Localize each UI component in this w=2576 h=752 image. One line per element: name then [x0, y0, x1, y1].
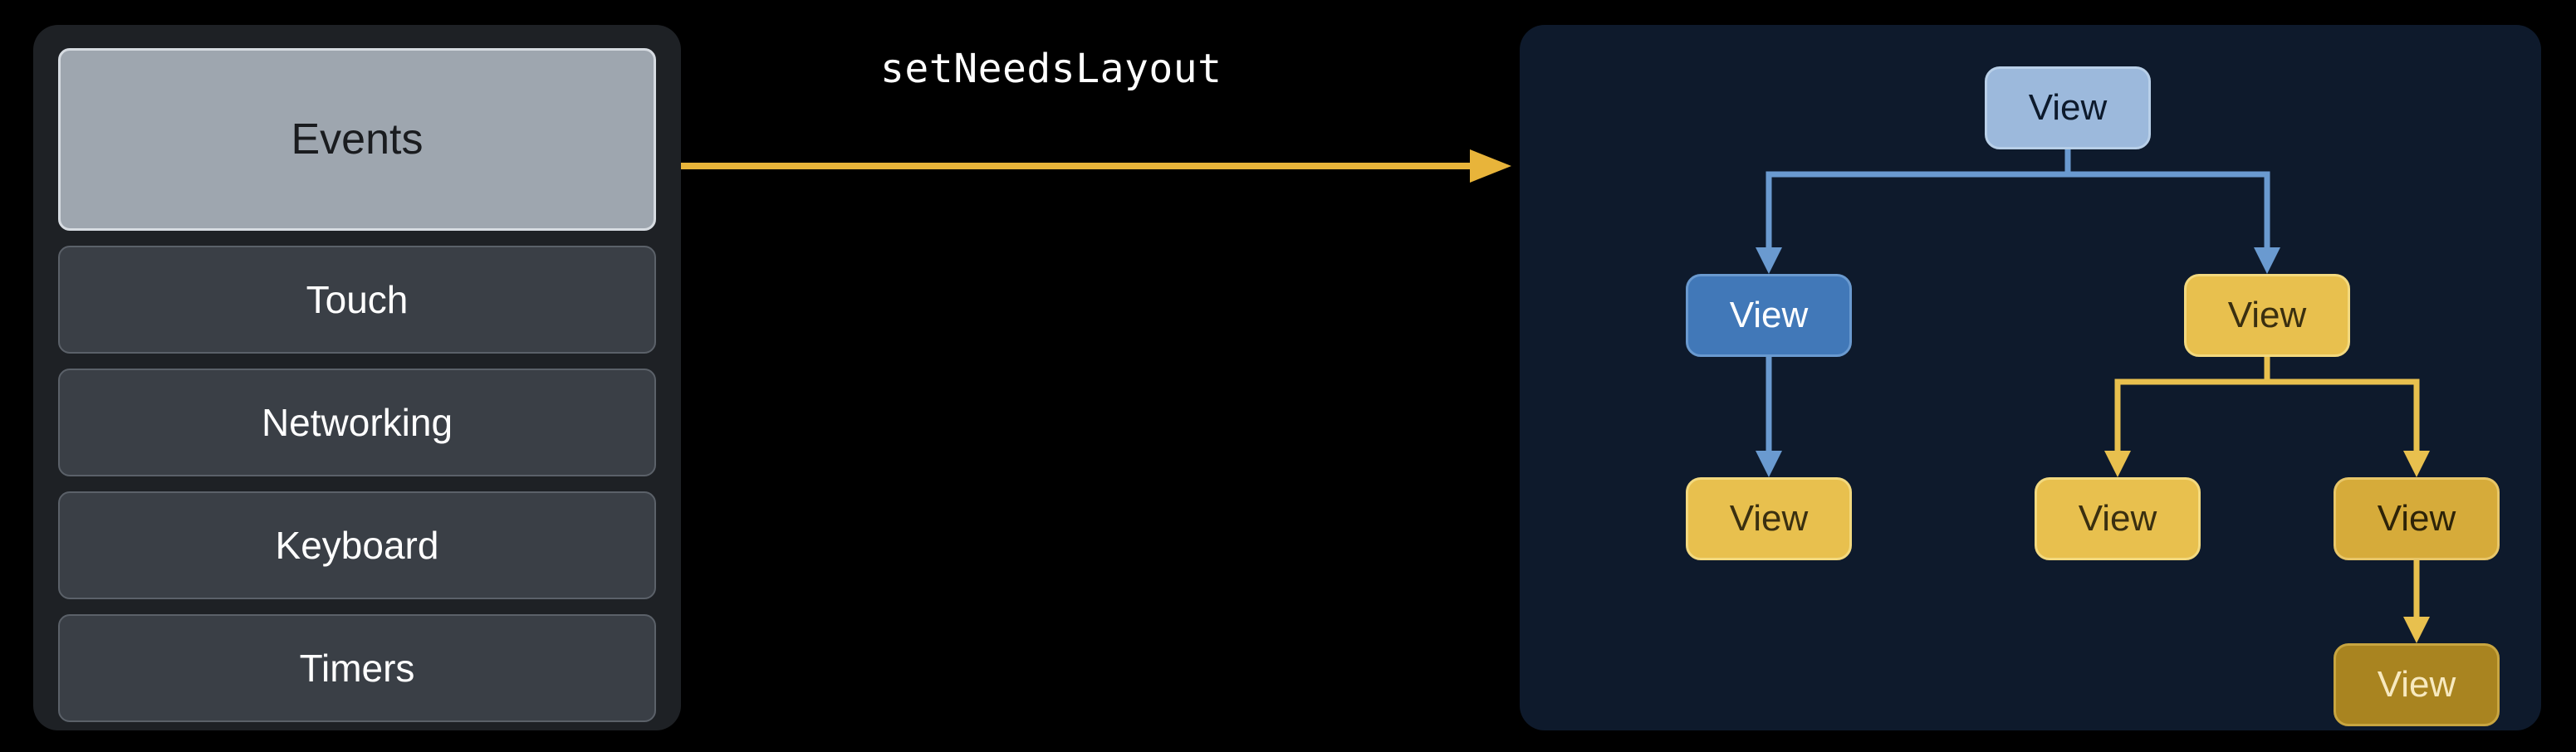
list-item-events[interactable]: Events: [58, 48, 656, 231]
tree-node-label: View: [2029, 87, 2108, 129]
tree-node-label: View: [1730, 498, 1809, 540]
tree-node-l2: View: [1686, 477, 1852, 560]
tree-node-label: View: [2378, 498, 2456, 540]
tree-node-r2a: View: [2035, 477, 2201, 560]
events-panel: Events Touch Networking Keyboard Timers: [33, 25, 681, 730]
tree-node-label: View: [1730, 295, 1809, 336]
tree-node-label: View: [2228, 295, 2307, 336]
tree-node-label: View: [2378, 664, 2456, 706]
arrow-setneedslayout: [681, 133, 1511, 199]
list-item-touch[interactable]: Touch: [58, 246, 656, 354]
list-item-timers[interactable]: Timers: [58, 614, 656, 722]
tree-node-label: View: [2079, 498, 2157, 540]
list-item-label: Touch: [306, 277, 409, 322]
list-item-label: Networking: [262, 400, 453, 445]
list-item-label: Events: [291, 115, 424, 164]
list-item-label: Timers: [300, 646, 415, 691]
tree-node-r1: View: [2184, 274, 2350, 357]
tree-node-l1: View: [1686, 274, 1852, 357]
list-item-label: Keyboard: [276, 523, 439, 568]
tree-node-r2b: View: [2334, 477, 2500, 560]
list-item-keyboard[interactable]: Keyboard: [58, 491, 656, 599]
tree-node-root: View: [1985, 66, 2151, 149]
diagram-stage: Events Touch Networking Keyboard Timers …: [0, 0, 2576, 752]
view-tree-panel: View View View View View View View: [1520, 25, 2541, 730]
arrow-label: setNeedsLayout: [880, 46, 1222, 92]
list-item-networking[interactable]: Networking: [58, 369, 656, 476]
tree-node-r3: View: [2334, 643, 2500, 726]
